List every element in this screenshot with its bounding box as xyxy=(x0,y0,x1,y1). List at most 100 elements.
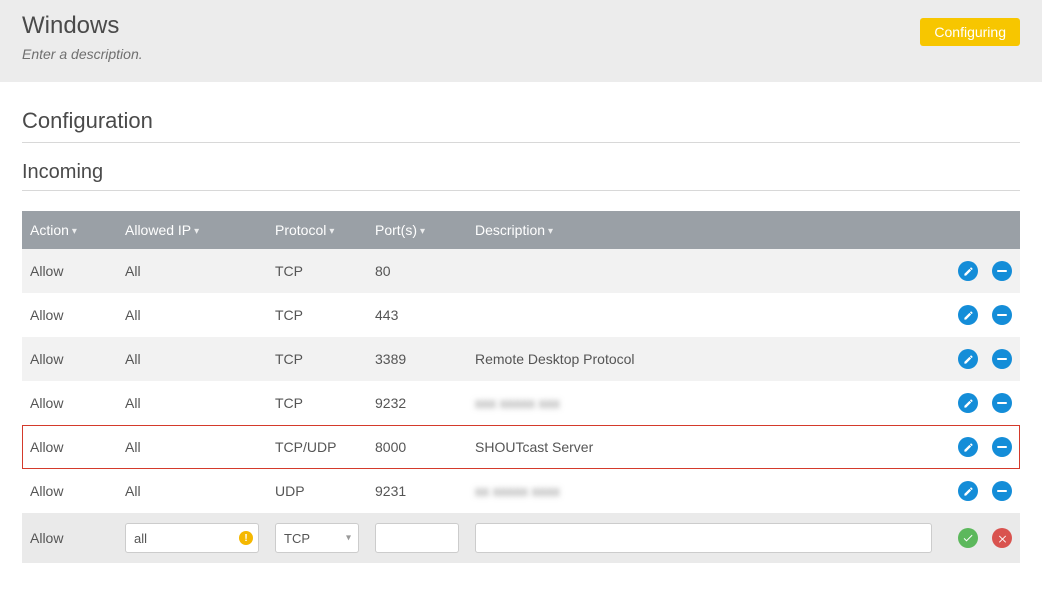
cell-buttons xyxy=(940,469,1020,513)
col-header-desc-label: Description xyxy=(475,222,545,238)
table-row: Allow All TCP 80 xyxy=(22,249,1020,293)
minus-icon xyxy=(997,270,1007,273)
description-input[interactable] xyxy=(475,523,932,553)
cell-buttons xyxy=(940,293,1020,337)
col-header-action[interactable]: Action▾ xyxy=(22,211,117,249)
sort-caret-icon: ▾ xyxy=(194,226,199,237)
edit-button[interactable] xyxy=(958,437,978,457)
remove-button[interactable] xyxy=(992,305,1012,325)
col-header-action-label: Action xyxy=(30,222,69,238)
page-title: Windows xyxy=(22,12,143,40)
edit-button[interactable] xyxy=(958,261,978,281)
cell-ip: All xyxy=(117,469,267,513)
page-subtitle: Enter a description. xyxy=(22,46,143,62)
form-cell-ip: ! xyxy=(117,513,267,563)
cell-ip: All xyxy=(117,337,267,381)
cell-action: Allow xyxy=(22,381,117,425)
cell-ip: All xyxy=(117,293,267,337)
cell-buttons xyxy=(940,249,1020,293)
cell-description: SHOUTcast Server xyxy=(467,425,940,469)
cell-action: Allow xyxy=(22,425,117,469)
cancel-button[interactable] xyxy=(992,528,1012,548)
form-cell-description xyxy=(467,513,940,563)
cell-protocol: TCP xyxy=(267,381,367,425)
blurred-text: xx xxxxx xxxx xyxy=(475,483,560,499)
table-row: Allow All TCP 3389 Remote Desktop Protoc… xyxy=(22,337,1020,381)
col-header-protocol-label: Protocol xyxy=(275,222,326,238)
remove-button[interactable] xyxy=(992,481,1012,501)
edit-button[interactable] xyxy=(958,305,978,325)
minus-icon xyxy=(997,314,1007,317)
pencil-icon xyxy=(963,310,974,321)
cell-action: Allow xyxy=(22,469,117,513)
table-row: Allow All TCP/UDP 8000 SHOUTcast Server xyxy=(22,425,1020,469)
cell-description: xx xxxxx xxxx xyxy=(467,469,940,513)
cell-ip: All xyxy=(117,425,267,469)
header-left: Windows Enter a description. xyxy=(22,12,143,62)
form-cell-ports xyxy=(367,513,467,563)
cell-action: Allow xyxy=(22,293,117,337)
cell-ip: All xyxy=(117,381,267,425)
blurred-text: xxx xxxxx xxx xyxy=(475,395,560,411)
cell-ports: 443 xyxy=(367,293,467,337)
cell-buttons xyxy=(940,381,1020,425)
check-icon xyxy=(962,532,974,544)
pencil-icon xyxy=(963,398,974,409)
edit-button[interactable] xyxy=(958,393,978,413)
col-header-description[interactable]: Description▾ xyxy=(467,211,940,249)
col-header-ip-label: Allowed IP xyxy=(125,222,191,238)
main-content: Configuration Incoming Action▾ Allowed I… xyxy=(0,82,1042,583)
sort-caret-icon: ▾ xyxy=(72,226,77,237)
remove-button[interactable] xyxy=(992,349,1012,369)
cell-ports: 9231 xyxy=(367,469,467,513)
pencil-icon xyxy=(963,354,974,365)
add-rule-row: Allow ! ▾ xyxy=(22,513,1020,563)
remove-button[interactable] xyxy=(992,393,1012,413)
cell-ip: All xyxy=(117,249,267,293)
page-header: Windows Enter a description. Configuring xyxy=(0,0,1042,82)
pencil-icon xyxy=(963,442,974,453)
incoming-rules-table: Action▾ Allowed IP▾ Protocol▾ Port(s)▾ D… xyxy=(22,211,1020,563)
close-icon xyxy=(997,533,1008,544)
table-row: Allow All TCP 9232 xxx xxxxx xxx xyxy=(22,381,1020,425)
sort-caret-icon: ▾ xyxy=(548,226,553,237)
minus-icon xyxy=(997,446,1007,449)
cell-protocol: TCP xyxy=(267,249,367,293)
col-header-ports[interactable]: Port(s)▾ xyxy=(367,211,467,249)
sort-caret-icon: ▾ xyxy=(329,226,334,237)
pencil-icon xyxy=(963,266,974,277)
warning-icon: ! xyxy=(239,531,253,545)
section-title: Configuration xyxy=(22,108,1020,143)
cell-action: Allow xyxy=(22,337,117,381)
form-cell-protocol: ▾ xyxy=(267,513,367,563)
cell-description: xxx xxxxx xxx xyxy=(467,381,940,425)
sort-caret-icon: ▾ xyxy=(420,226,425,237)
form-cell-action: Allow xyxy=(22,513,117,563)
form-cell-buttons xyxy=(940,513,1020,563)
table-header-row: Action▾ Allowed IP▾ Protocol▾ Port(s)▾ D… xyxy=(22,211,1020,249)
minus-icon xyxy=(997,402,1007,405)
cell-description xyxy=(467,249,940,293)
cell-protocol: TCP xyxy=(267,337,367,381)
cell-protocol: TCP xyxy=(267,293,367,337)
cell-ports: 8000 xyxy=(367,425,467,469)
cell-ports: 80 xyxy=(367,249,467,293)
minus-icon xyxy=(997,358,1007,361)
status-badge: Configuring xyxy=(920,18,1020,46)
edit-button[interactable] xyxy=(958,349,978,369)
protocol-select[interactable] xyxy=(275,523,359,553)
pencil-icon xyxy=(963,486,974,497)
confirm-button[interactable] xyxy=(958,528,978,548)
cell-action: Allow xyxy=(22,249,117,293)
cell-protocol: UDP xyxy=(267,469,367,513)
ports-input[interactable] xyxy=(375,523,459,553)
table-row: Allow All UDP 9231 xx xxxxx xxxx xyxy=(22,469,1020,513)
col-header-allowed-ip[interactable]: Allowed IP▾ xyxy=(117,211,267,249)
cell-ports: 9232 xyxy=(367,381,467,425)
col-header-protocol[interactable]: Protocol▾ xyxy=(267,211,367,249)
col-header-actions xyxy=(940,211,1020,249)
cell-buttons xyxy=(940,337,1020,381)
edit-button[interactable] xyxy=(958,481,978,501)
remove-button[interactable] xyxy=(992,437,1012,457)
remove-button[interactable] xyxy=(992,261,1012,281)
